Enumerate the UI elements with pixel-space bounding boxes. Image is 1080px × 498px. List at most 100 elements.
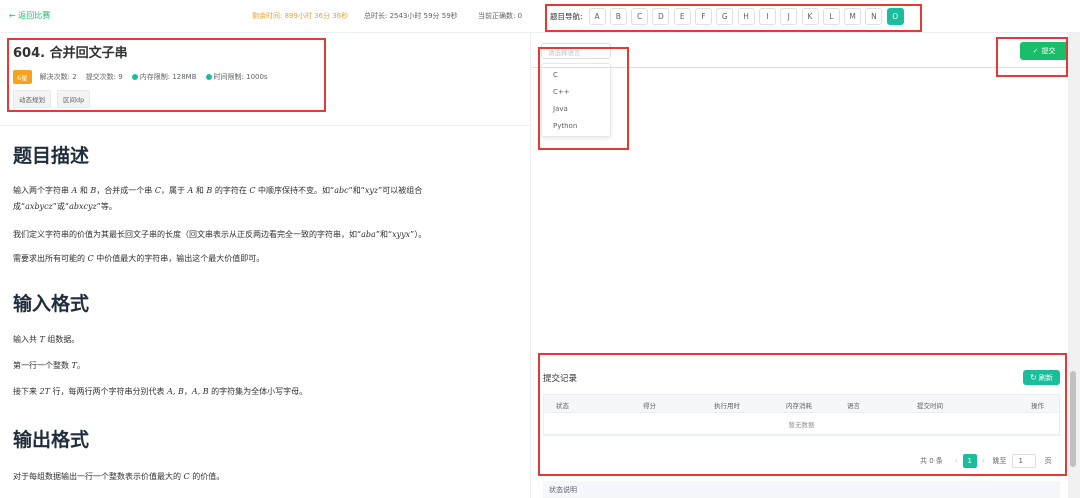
- total-count: 共 0 条: [920, 457, 943, 465]
- refresh-button[interactable]: ↻ 刷新: [1023, 370, 1060, 385]
- pagination: 共 0 条 ‹ 1 › 跳至 1 页: [920, 454, 1052, 468]
- text: ”和“: [375, 230, 393, 239]
- goto-label: 跳至: [992, 457, 1007, 465]
- column-memory: 内存消耗: [786, 402, 812, 410]
- page-suffix: 页: [1044, 457, 1052, 465]
- nav-problem-o[interactable]: O: [886, 7, 904, 25]
- language-option-python[interactable]: Python: [542, 118, 610, 135]
- correct-count: 当前正确数: 0: [478, 12, 523, 20]
- text: 中顺序保持不变。如“: [255, 186, 335, 195]
- text: 中价值最大的字符串，输出这个最大价值即可。: [93, 254, 265, 263]
- editor-panel: 请选择语言 ⌃ C C++ Java Python ✓ 提交 提交记录 ↻ 刷新…: [532, 33, 1068, 498]
- text: 和: [193, 186, 207, 195]
- text: 对于每组数据输出一行一个整数表示价值最大的: [13, 472, 184, 481]
- nav-problem-d[interactable]: D: [652, 7, 670, 25]
- nav-problem-m[interactable]: M: [844, 7, 862, 25]
- clock-icon: [205, 74, 212, 80]
- text: 的字符在: [212, 186, 250, 195]
- page-1-button[interactable]: 1: [962, 454, 977, 468]
- math-2t: 2T: [39, 387, 50, 396]
- column-score: 得分: [643, 402, 656, 410]
- tag-interval-dp[interactable]: 区间dp: [57, 90, 91, 108]
- text: 和: [77, 186, 91, 195]
- difficulty-badge: 6星: [13, 70, 32, 84]
- tag-dynamic-programming[interactable]: 动态规划: [13, 90, 51, 108]
- column-language: 语言: [847, 402, 860, 410]
- text: ”）。: [410, 230, 427, 239]
- status-explanation[interactable]: 状态说明: [543, 481, 1060, 498]
- description-paragraph-3: 需要求出所有可能的 C 中价值最大的字符串，输出这个最大价值即可。: [13, 251, 518, 267]
- language-select-placeholder: 请选择语言: [548, 49, 581, 57]
- text: ”等。: [96, 202, 117, 211]
- memory-limit: 内存限制: 128MB: [131, 72, 197, 82]
- text: ，属于: [160, 186, 188, 195]
- refresh-button-label: 刷新: [1038, 373, 1053, 382]
- description-paragraph-1: 输入两个字符串 A 和 B，合并成一个串 C，属于 A 和 B 的字符在 C 中…: [13, 183, 518, 215]
- nav-problem-j[interactable]: J: [780, 7, 798, 25]
- scrollbar-thumb[interactable]: [1070, 371, 1076, 467]
- time-limit-text: 时间限制: 1000s: [213, 73, 268, 81]
- language-option-cpp[interactable]: C++: [542, 84, 610, 101]
- nav-problem-i[interactable]: I: [758, 7, 776, 25]
- text: 输入共: [13, 335, 40, 344]
- submit-button[interactable]: ✓ 提交: [1020, 42, 1068, 60]
- nav-problem-f[interactable]: F: [695, 7, 713, 25]
- problem-panel: 604. 合并回文子串 6星 解决次数: 2 提交次数: 9 内存限制: 128…: [0, 33, 531, 498]
- language-option-c[interactable]: C: [542, 67, 610, 84]
- total-duration: 总时长: 2543小时 59分 59秒: [364, 12, 458, 20]
- nav-problem-a[interactable]: A: [588, 7, 606, 25]
- refresh-icon: ↻: [1030, 373, 1037, 382]
- text: ”和“: [348, 186, 365, 195]
- math-xyyx: xyyx: [392, 230, 411, 239]
- math-xyz: xyz: [364, 186, 379, 195]
- remaining-time: 剩余时间: 899小时 36分 36秒: [252, 12, 349, 20]
- description-heading: 题目描述: [13, 145, 90, 167]
- math-a-b: A, B: [191, 387, 209, 396]
- prev-page-icon[interactable]: ‹: [955, 457, 958, 465]
- submit-count: 提交次数: 9: [85, 73, 123, 81]
- submit-button-label: 提交: [1041, 47, 1056, 55]
- nav-problem-l[interactable]: L: [822, 7, 840, 25]
- nav-problem-h[interactable]: H: [737, 7, 755, 25]
- output-format-heading: 输出格式: [13, 429, 90, 451]
- goto-page-input[interactable]: 1: [1011, 454, 1036, 468]
- text: 输入两个字符串: [13, 186, 72, 195]
- nav-problem-b[interactable]: B: [609, 7, 627, 25]
- scrollbar[interactable]: [1068, 33, 1080, 498]
- problem-tags: 动态规划 区间dp: [13, 90, 96, 108]
- problem-navigation: 题目导航: A B C D E F G H I J K L M N O: [550, 6, 908, 26]
- submission-records-title: 提交记录: [543, 374, 578, 384]
- memory-icon: [131, 74, 138, 80]
- editor-top-border: [532, 67, 1068, 68]
- column-actions: 操作: [1031, 402, 1044, 410]
- submission-table: 状态 得分 执行用时 内存消耗 语言 提交时间 操作 暂无数据: [543, 394, 1060, 436]
- text: 。: [76, 361, 85, 370]
- text: 需要求出所有可能的: [13, 254, 88, 263]
- nav-problem-k[interactable]: K: [801, 7, 819, 25]
- text: 第一行一个整数: [13, 361, 72, 370]
- text: 的字符集为全体小写字母。: [208, 387, 308, 396]
- nav-problem-c[interactable]: C: [631, 7, 649, 25]
- problem-meta: 6星 解决次数: 2 提交次数: 9 内存限制: 128MB 时间限制: 100…: [13, 70, 277, 84]
- nav-problem-n[interactable]: N: [865, 7, 883, 25]
- output-paragraph-1: 对于每组数据输出一行一个整数表示价值最大的 C 的价值。: [13, 469, 518, 485]
- language-option-java[interactable]: Java: [542, 101, 610, 118]
- next-page-icon[interactable]: ›: [982, 457, 985, 465]
- column-status: 状态: [556, 402, 569, 410]
- description-paragraph-2: 我们定义字符串的价值为其最长回文子串的长度（回文串表示从正反两边看完全一致的字符…: [13, 227, 518, 243]
- language-select[interactable]: 请选择语言 ⌃: [541, 43, 611, 59]
- back-to-contest-link[interactable]: ← 返回比赛: [9, 10, 50, 21]
- nav-problem-e[interactable]: E: [673, 7, 691, 25]
- top-bar: ← 返回比赛 剩余时间: 899小时 36分 36秒 总时长: 2543小时 5…: [0, 0, 1080, 33]
- language-dropdown: C C++ Java Python: [541, 63, 611, 137]
- math-a-b: A, B: [167, 387, 184, 396]
- memory-limit-text: 内存限制: 128MB: [139, 73, 197, 81]
- nav-problem-g[interactable]: G: [716, 7, 734, 25]
- table-empty: 暂无数据: [544, 413, 1059, 435]
- math-axbycz: axbycz: [25, 202, 53, 211]
- input-paragraph-2: 第一行一个整数 T。: [13, 358, 518, 374]
- text: 我们定义字符串的价值为其最长回文子串的长度（回文串表示从正反两边看完全一致的字符…: [13, 230, 362, 239]
- text: 的价值。: [189, 472, 225, 481]
- math-abc: abc: [334, 186, 349, 195]
- time-limit: 时间限制: 1000s: [205, 72, 268, 82]
